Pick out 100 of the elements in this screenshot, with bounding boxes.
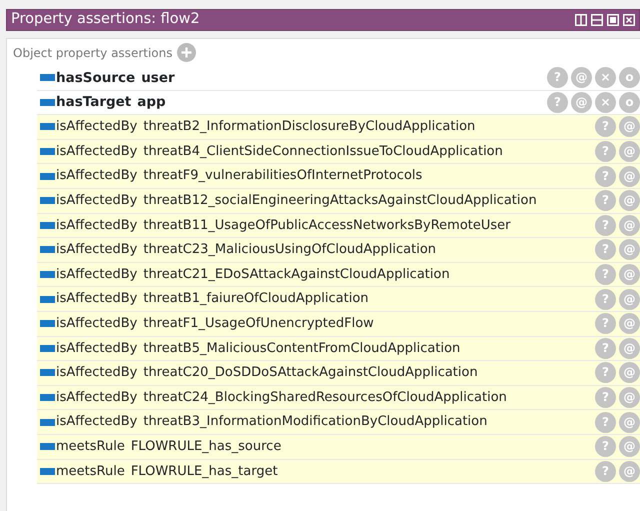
property-value: threatC21_EDoSAttackAgainstCloudApplication [143,266,450,282]
inferred-assertion-row[interactable]: isAffectedBy threatC23_MaliciousUsingOfCloudApplication ? @ [37,238,640,263]
object-property-icon [40,296,55,303]
object-property-icon [40,468,55,475]
property-name: hasTarget [56,93,132,112]
property-name: isAffectedBy [56,364,138,382]
inferred-assertion-row[interactable]: isAffectedBy threatC24_BlockingSharedResourcesOfCloudApplication ? @ [37,386,640,410]
explain-button[interactable]: ? [547,92,568,113]
explain-button[interactable]: ? [595,362,616,384]
property-name: meetsRule [56,462,125,481]
inferred-assertion-row[interactable]: isAffectedBy threatF1_UsageOfUnencryptedFlow ? @ [37,312,640,337]
annotate-button[interactable]: @ [619,436,640,458]
explain-button[interactable]: ? [595,338,616,359]
property-value: FLOWRULE_has_target [130,464,278,479]
annotate-button[interactable]: @ [619,166,640,187]
annotate-button[interactable]: @ [619,239,640,260]
inferred-assertion-row[interactable]: isAffectedBy threatC20_DoSDDoSAttackAgainstCloudApplication ? @ [37,361,640,386]
object-property-icon [40,172,55,180]
split-vertical-icon[interactable] [575,14,587,26]
explain-button[interactable]: ? [595,264,616,286]
edit-button[interactable]: o [619,92,640,113]
object-property-icon [40,271,55,278]
split-horizontal-icon[interactable] [591,14,603,26]
object-property-icon [40,222,55,229]
assertion-row[interactable]: hasSource user ? @ × o [37,66,640,91]
property-value: FLOWRULE_has_source [130,438,282,454]
object-property-icon [40,443,55,450]
explain-button[interactable]: ? [595,387,616,408]
property-name: isAffectedBy [56,413,138,432]
property-name: isAffectedBy [56,192,138,210]
property-name: isAffectedBy [56,340,138,358]
property-name: isAffectedBy [56,290,138,308]
property-value: threatB11_UsageOfPublicAccessNetworksByRemoteUser [143,218,511,233]
property-value: threatC24_BlockingSharedResourcesOfCloudApplication [143,390,507,405]
object-property-icon [40,197,55,204]
explain-button[interactable]: ? [595,288,616,310]
object-property-icon [40,418,55,426]
property-value: threatF1_UsageOfUnencryptedFlow [143,316,374,331]
inferred-assertion-row[interactable]: isAffectedBy threatB12_socialEngineeringAttacksAgainstCloudApplication ? @ [37,188,640,214]
property-name: isAffectedBy [56,241,138,260]
explain-button[interactable]: ? [595,460,616,482]
property-value: app [137,94,166,110]
property-value: threatF9_vulnerabilitiesOfInternetProtocols [143,168,422,184]
inferred-assertion-row[interactable]: isAffectedBy threatB5_MaliciousContentFromCloudApplication ? @ [37,336,640,362]
annotate-button[interactable]: @ [619,141,640,162]
annotate-button[interactable]: @ [571,67,592,88]
explain-button[interactable]: ? [595,214,616,236]
explain-button[interactable]: ? [595,190,616,212]
property-name: isAffectedBy [56,142,138,161]
object-property-icon [40,369,55,376]
explain-button[interactable]: ? [595,166,616,187]
explain-button[interactable]: ? [595,116,616,138]
property-name: hasSource [56,68,136,88]
annotate-button[interactable]: @ [619,190,640,212]
maximize-icon[interactable] [607,14,619,26]
inferred-assertion-row[interactable]: isAffectedBy threatC21_EDoSAttackAgainstCloudApplication ? @ [37,262,640,288]
inferred-assertion-row[interactable]: isAffectedBy threatB1_faiureOfCloudApplication ? @ [37,287,640,312]
property-value: threatC20_DoSDDoSAttackAgainstCloudApplication [143,365,478,380]
explain-button[interactable]: ? [595,412,616,433]
annotate-button[interactable]: @ [619,338,640,359]
explain-button[interactable]: ? [595,141,616,162]
inferred-assertion-row[interactable]: isAffectedBy threatF9_vulnerabilitiesOfInternetProtocols ? @ [37,164,640,189]
explain-button[interactable]: ? [595,313,616,334]
panel-title: Property assertions: flow2 [11,10,200,30]
object-property-icon [40,394,55,402]
object-property-icon [40,246,55,254]
delete-button[interactable]: × [595,67,616,88]
section-header: Object property assertions [13,44,172,62]
object-property-icon [40,344,55,352]
object-property-icon [40,320,55,328]
annotate-button[interactable]: @ [571,92,592,113]
inferred-assertion-row[interactable]: isAffectedBy threatB2_InformationDisclosureByCloudApplication ? @ [37,115,640,140]
explain-button[interactable]: ? [595,436,616,458]
inferred-assertion-row[interactable]: isAffectedBy threatB4_ClientSideConnectionIssueToCloudApplication ? @ [37,140,640,164]
annotate-button[interactable]: @ [619,313,640,334]
delete-button[interactable]: × [595,92,616,113]
close-icon[interactable] [623,14,635,26]
annotate-button[interactable]: @ [619,116,640,138]
annotate-button[interactable]: @ [619,214,640,236]
inferred-assertion-row[interactable]: isAffectedBy threatB3_InformationModificationByCloudApplication ? @ [37,410,640,435]
annotate-button[interactable]: @ [619,362,640,384]
property-value: user [141,70,175,86]
object-property-icon [40,98,55,106]
annotate-button[interactable]: @ [619,412,640,433]
property-value: threatB3_InformationModificationByCloudApplication [143,414,488,430]
property-name: isAffectedBy [56,118,138,136]
explain-button[interactable]: ? [595,239,616,260]
inferred-assertion-row[interactable]: meetsRule FLOWRULE_has_source ? @ [37,434,640,460]
object-property-icon [40,123,55,130]
annotate-button[interactable]: @ [619,288,640,310]
property-value: threatB4_ClientSideConnectionIssueToCloudApplication [143,144,503,159]
annotate-button[interactable]: @ [619,387,640,408]
annotate-button[interactable]: @ [619,264,640,286]
annotate-button[interactable]: @ [619,460,640,482]
object-property-icon [40,74,55,82]
explain-button[interactable]: ? [547,67,568,88]
inferred-assertion-row[interactable]: isAffectedBy threatB11_UsageOfPublicAccessNetworksByRemoteUser ? @ [37,214,640,238]
inferred-assertion-row[interactable]: meetsRule FLOWRULE_has_target ? @ [37,460,640,484]
edit-button[interactable]: o [619,67,640,88]
property-value: threatB12_socialEngineeringAttacksAgainstCloudApplication [143,193,537,208]
